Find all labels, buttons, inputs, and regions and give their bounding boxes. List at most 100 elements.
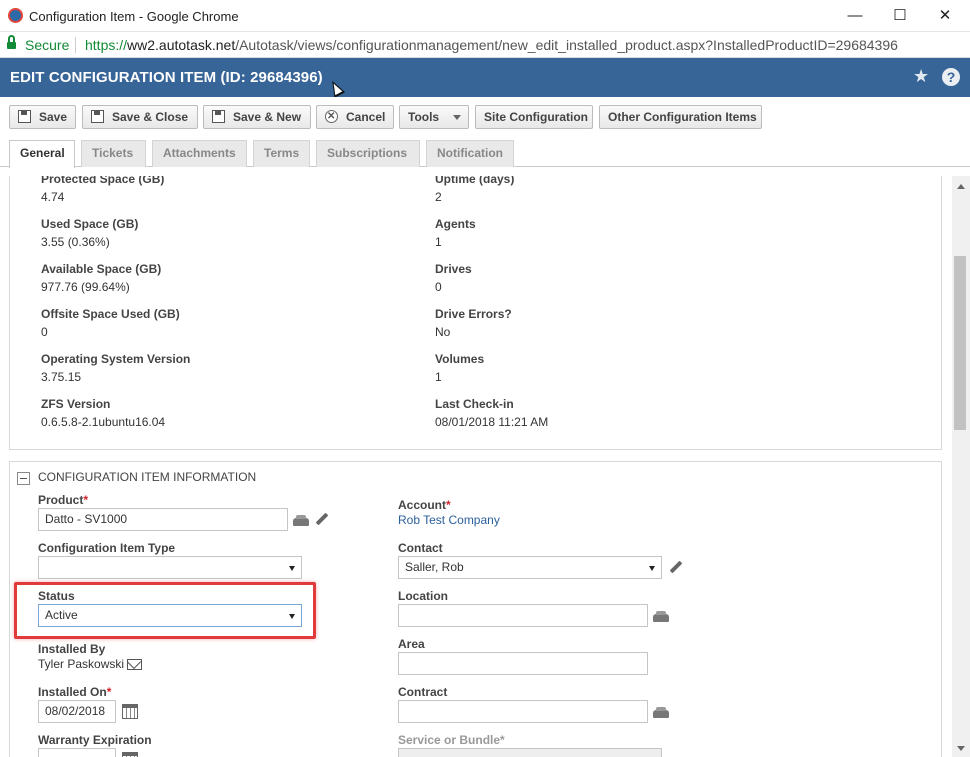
contract-lookup-icon[interactable] bbox=[653, 707, 669, 718]
contact-value: Saller, Rob bbox=[405, 560, 464, 574]
save-icon bbox=[18, 110, 31, 123]
url-host: ww2.autotask.net bbox=[127, 37, 236, 53]
required-mark: * bbox=[446, 498, 451, 512]
installed-by-label: Installed By bbox=[38, 642, 106, 656]
ci-type-select[interactable] bbox=[38, 556, 302, 579]
window-titlebar: Configuration Item - Google Chrome — ☐ ✕ bbox=[0, 0, 970, 32]
page-header: EDIT CONFIGURATION ITEM (ID: 29684396) ★… bbox=[0, 58, 970, 97]
drive-errors-value: No bbox=[435, 325, 451, 339]
area-field[interactable] bbox=[398, 652, 648, 675]
location-lookup-icon[interactable] bbox=[653, 611, 669, 622]
warranty-expiration-field[interactable] bbox=[38, 748, 116, 757]
available-space-label: Available Space (GB) bbox=[41, 262, 162, 276]
tab-subscriptions[interactable]: Subscriptions bbox=[316, 140, 420, 167]
last-checkin-value: 08/01/2018 11:21 AM bbox=[435, 415, 549, 429]
account-label-text: Account bbox=[398, 498, 446, 512]
tab-tickets[interactable]: Tickets bbox=[81, 140, 146, 167]
protected-space-label: Protected Space (GB) bbox=[41, 176, 165, 186]
installed-on-label: Installed On* bbox=[38, 685, 111, 699]
scroll-down-icon[interactable] bbox=[957, 746, 965, 751]
product-lookup-icon[interactable] bbox=[293, 515, 309, 526]
star-icon[interactable]: ★ bbox=[913, 66, 929, 87]
tab-general[interactable]: General bbox=[9, 140, 75, 168]
account-label: Account* bbox=[398, 498, 451, 512]
tab-terms[interactable]: Terms bbox=[253, 140, 310, 167]
used-space-label: Used Space (GB) bbox=[41, 217, 139, 231]
product-label-text: Product bbox=[38, 493, 84, 507]
drives-value: 0 bbox=[435, 280, 442, 294]
url-path: /Autotask/views/configurationmanagement/… bbox=[235, 37, 898, 53]
contact-dropdown-icon bbox=[649, 566, 655, 571]
required-mark: * bbox=[106, 685, 112, 699]
required-mark: * bbox=[83, 493, 89, 507]
close-window-button[interactable]: ✕ bbox=[930, 4, 960, 28]
maximize-button[interactable]: ☐ bbox=[885, 4, 915, 28]
save-close-button-label: Save & Close bbox=[112, 110, 189, 124]
volumes-value: 1 bbox=[435, 370, 442, 384]
contact-select[interactable]: Saller, Rob bbox=[398, 556, 662, 579]
autotask-app-icon bbox=[8, 8, 23, 23]
scroll-up-icon[interactable] bbox=[957, 184, 965, 189]
scrollbar-thumb[interactable] bbox=[954, 256, 966, 430]
contact-edit-pencil-icon[interactable] bbox=[669, 560, 685, 576]
drives-label: Drives bbox=[435, 262, 472, 276]
save-button[interactable]: Save bbox=[9, 105, 76, 129]
ci-type-dropdown-icon bbox=[289, 566, 295, 571]
chevron-down-icon bbox=[453, 115, 462, 120]
zfs-version-value: 0.6.5.8-2.1ubuntu16.04 bbox=[41, 415, 166, 429]
available-space-value: 977.76 (99.64%) bbox=[41, 280, 130, 294]
section-title: CONFIGURATION ITEM INFORMATION bbox=[38, 470, 257, 484]
toolbar: Save Save & Close Save & New Cancel Tool… bbox=[0, 97, 970, 137]
cancel-button-label: Cancel bbox=[346, 110, 386, 124]
contract-field[interactable] bbox=[398, 700, 648, 723]
help-icon[interactable]: ? bbox=[942, 68, 960, 86]
page-title: EDIT CONFIGURATION ITEM (ID: 29684396) bbox=[10, 69, 323, 86]
save-new-button-label: Save & New bbox=[233, 110, 302, 124]
mail-icon[interactable] bbox=[127, 659, 142, 670]
os-version-label: Operating System Version bbox=[41, 352, 191, 366]
tab-notification[interactable]: Notification bbox=[426, 140, 514, 167]
save-close-button[interactable]: Save & Close bbox=[82, 105, 198, 129]
os-version-value: 3.75.15 bbox=[41, 370, 82, 384]
calendar-icon[interactable] bbox=[122, 704, 138, 719]
product-label: Product* bbox=[38, 493, 88, 507]
location-field[interactable] bbox=[398, 604, 648, 627]
save-button-label: Save bbox=[39, 110, 68, 124]
url-scheme: https:// bbox=[85, 37, 128, 53]
site-configuration-button[interactable]: Site Configuration bbox=[475, 105, 593, 129]
other-configuration-items-button[interactable]: Other Configuration Items bbox=[599, 105, 762, 129]
uptime-label: Uptime (days) bbox=[435, 176, 515, 186]
address-bar[interactable]: Secure https://ww2.autotask.net/Autotask… bbox=[0, 32, 970, 58]
required-mark: * bbox=[500, 733, 505, 747]
contract-label: Contract bbox=[398, 685, 448, 699]
tools-dropdown-button[interactable]: Tools bbox=[399, 105, 469, 129]
offsite-space-value: 0 bbox=[41, 325, 48, 339]
ci-type-label: Configuration Item Type bbox=[38, 541, 176, 555]
minimize-button[interactable]: — bbox=[840, 4, 870, 28]
address-divider bbox=[75, 37, 76, 53]
url-text[interactable]: https://ww2.autotask.net/Autotask/views/… bbox=[85, 37, 898, 53]
save-new-button[interactable]: Save & New bbox=[203, 105, 311, 129]
product-edit-pencil-icon[interactable] bbox=[315, 512, 331, 528]
tools-button-label: Tools bbox=[408, 110, 440, 124]
service-bundle-select[interactable] bbox=[398, 748, 662, 757]
account-link[interactable]: Rob Test Company bbox=[398, 513, 500, 527]
offsite-space-label: Offsite Space Used (GB) bbox=[41, 307, 180, 321]
installed-on-field[interactable]: 08/02/2018 bbox=[38, 700, 116, 723]
cancel-button[interactable]: Cancel bbox=[316, 105, 394, 129]
service-bundle-label-text: Service or Bundle bbox=[398, 733, 501, 747]
content-area: Protected Space (GB) 4.74 Used Space (GB… bbox=[0, 176, 952, 757]
protected-space-value: 4.74 bbox=[41, 190, 65, 204]
warranty-calendar-icon[interactable] bbox=[122, 752, 138, 757]
used-space-value: 3.55 (0.36%) bbox=[41, 235, 110, 249]
tab-attachments[interactable]: Attachments bbox=[152, 140, 247, 167]
product-field[interactable]: Datto - SV1000 bbox=[38, 508, 288, 531]
collapse-section-icon[interactable] bbox=[17, 472, 30, 485]
cancel-icon bbox=[325, 106, 338, 128]
drive-errors-label: Drive Errors? bbox=[435, 307, 512, 321]
vertical-scrollbar[interactable] bbox=[952, 176, 970, 757]
uptime-value: 2 bbox=[435, 190, 442, 204]
agents-value: 1 bbox=[435, 235, 442, 249]
window-title: Configuration Item - Google Chrome bbox=[29, 9, 239, 24]
location-label: Location bbox=[398, 589, 448, 603]
